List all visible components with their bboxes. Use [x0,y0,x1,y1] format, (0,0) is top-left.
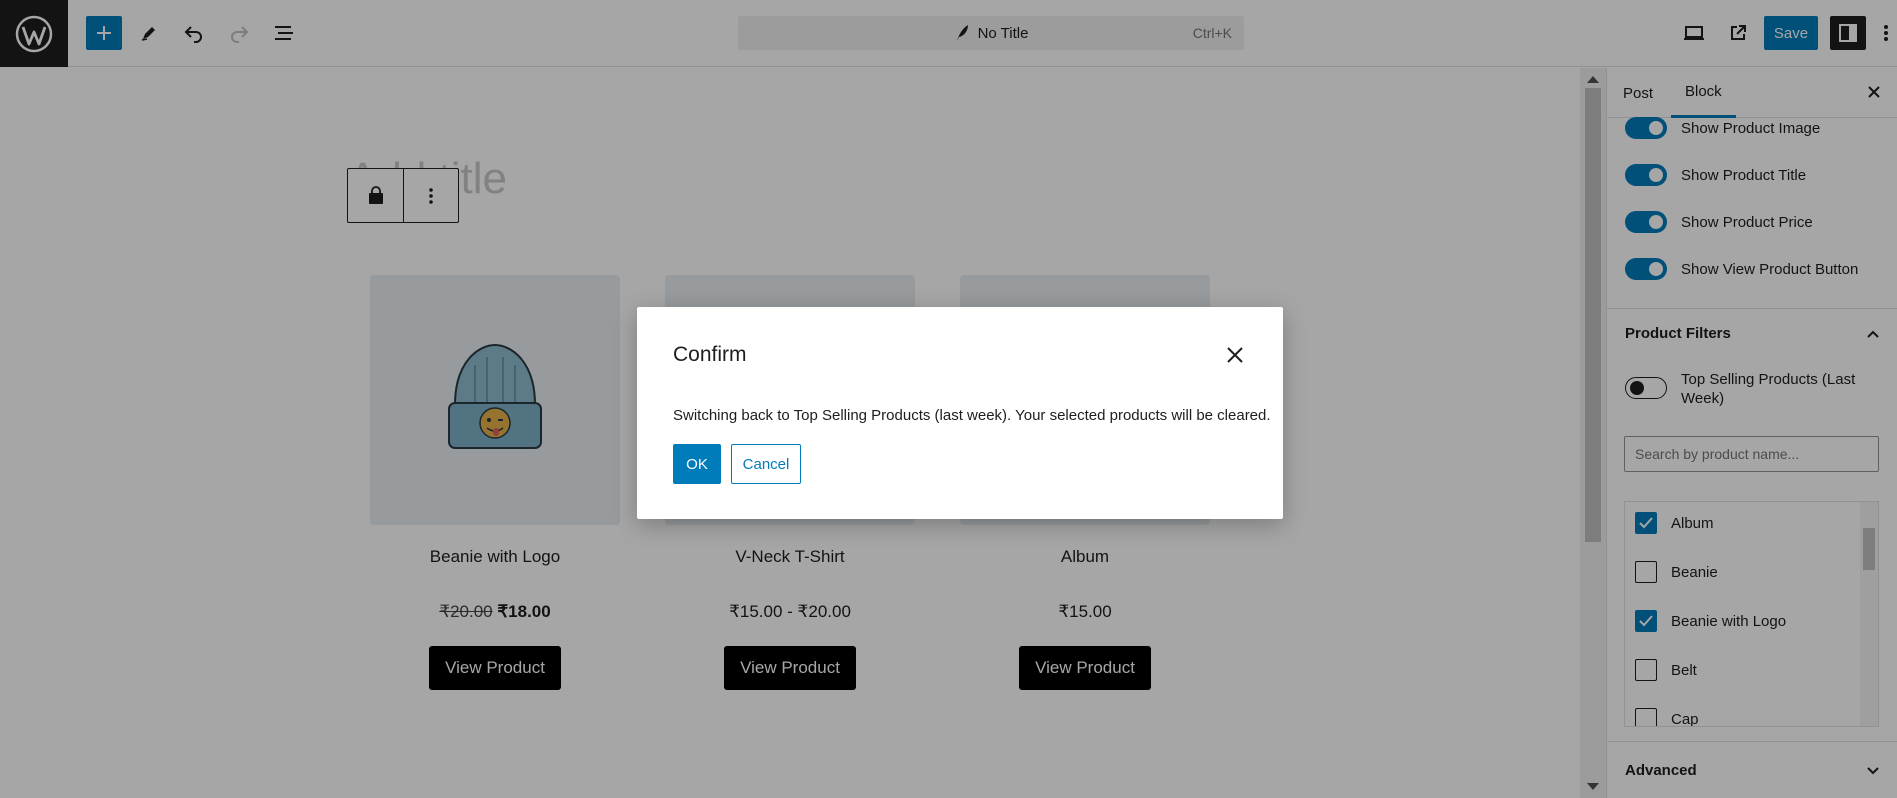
dialog-title: Confirm [673,343,747,366]
cancel-button[interactable]: Cancel [731,444,801,484]
ok-button[interactable]: OK [673,444,721,484]
close-icon[interactable] [1223,343,1247,367]
dialog-message: Switching back to Top Selling Products (… [673,407,1271,424]
confirm-dialog: Confirm Switching back to Top Selling Pr… [637,307,1283,519]
